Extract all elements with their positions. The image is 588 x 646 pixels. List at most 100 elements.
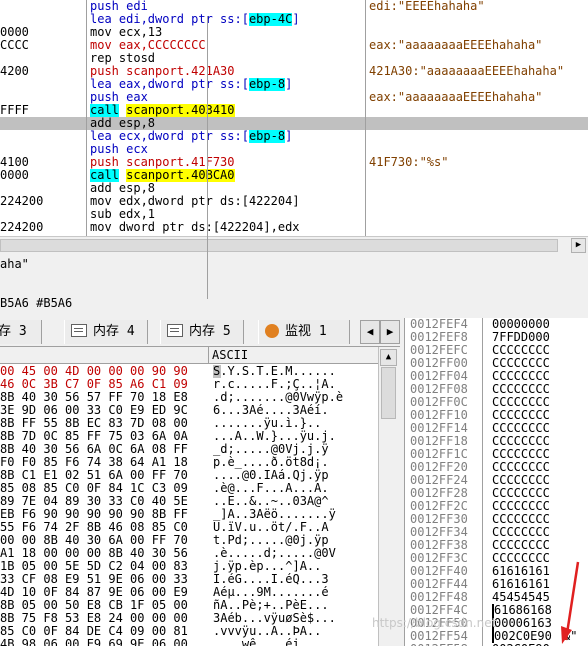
disasm-instruction: push edi [90, 0, 362, 13]
disasm-instruction: lea edi,dword ptr ss:[ebp-4C] [90, 13, 362, 26]
disasm-instruction: push scanport.421A30 [90, 65, 362, 78]
dump-hex-bytes: 55 F6 74 2F 8B 46 08 85 C0 [0, 521, 188, 534]
dump-hex-bytes: 89 7E 04 89 30 33 C0 40 5E [0, 495, 188, 508]
dump-hex-bytes: 8B 40 30 56 6A 0C 6A 08 FF [0, 443, 188, 456]
dump-ascii: ....@0.ÏÁá.Qj.ÿp [213, 469, 329, 482]
info-address: B5A6 #B5A6 [0, 296, 73, 310]
dump-hex-bytes: 4D 10 0F 84 87 9E 06 00 E9 [0, 586, 188, 599]
dump-row[interactable]: 4D 10 0F 84 87 9E 06 00 E9 Àéµ...9M......… [0, 586, 378, 599]
disasm-instruction: push scanport.41F730 [90, 156, 362, 169]
disasm-address: 4200 [0, 65, 29, 78]
tab-label: 监视 1 [285, 324, 327, 339]
disasm-row[interactable]: lea ecx,dword ptr ss:[ebp-8] [0, 130, 588, 143]
dump-row[interactable]: 1B 05 00 5E 5D C2 04 00 83 j.ÿp.èp...^]Â.… [0, 560, 378, 573]
dump-row[interactable]: F0 F0 85 F6 74 38 64 A1 18 p.è_....ð.öt8d… [0, 456, 378, 469]
dump-row[interactable]: 89 7E 04 89 30 33 C0 40 5E ..E..&..~..03À… [0, 495, 378, 508]
info-pane: aha" B5A6 #B5A6 [0, 253, 588, 317]
dump-ascii: t.Pd;.....@0j.ÿp [213, 534, 329, 547]
tab-memory-3[interactable]: 内存 3 [0, 320, 42, 344]
scroll-right-icon[interactable]: ▶ [571, 238, 586, 253]
instruction-token: rep stosd [90, 52, 156, 65]
disasm-row[interactable]: push eax eax:"aaaaaaaaEEEEhahaha" [0, 91, 588, 104]
disasm-row[interactable]: 224200 mov dword ptr ds:[422204],edx [0, 221, 588, 234]
disasm-horizontal-scrollbar[interactable]: ▶ [0, 236, 588, 253]
instruction-token: lea eax,dword ptr ss:[ [90, 78, 249, 91]
dump-row[interactable]: 33 CF 08 E9 51 9E 06 00 33 Ï.éG....Ï.éQ..… [0, 573, 378, 586]
tab-scroll-right-icon[interactable]: ▶ [380, 320, 400, 344]
disasm-comment: eax:"aaaaaaaaEEEEhahaha" [369, 39, 543, 52]
instruction-token: 422204 [248, 195, 293, 208]
stack-pane[interactable]: 0012FEF4 00000000 0012FEF8 7FFDD000 0012FEFC… [404, 318, 588, 646]
disasm-row[interactable]: 0000 mov ecx,13 [0, 26, 588, 39]
dump-row[interactable]: 4B 98 06 00 E9 69 9E 06 00 ....wê....éi..… [0, 638, 378, 646]
disasm-row[interactable]: push edi edi:"EEEEhahaha" [0, 0, 588, 13]
disasm-row[interactable]: add esp,8 [0, 117, 588, 130]
dump-ascii: .d;.......@0Vwÿp.è [213, 391, 344, 404]
disasm-row[interactable]: CCCC mov eax,CCCCCCCC eax:"aaaaaaaaEEEEhah… [0, 39, 588, 52]
disasm-row[interactable]: 4200 push scanport.421A30 421A30:"aaaaaaaa… [0, 65, 588, 78]
dump-row[interactable]: 8B 75 F8 53 E8 24 00 00 00 3Àéb...vÿuøSè$… [0, 612, 378, 625]
instruction-token: scanport.403410 [126, 104, 235, 117]
disasm-row[interactable]: 224200 mov edx,dword ptr ds:[422204] [0, 195, 588, 208]
instruction-token: ] [285, 78, 293, 91]
disasm-instruction: mov ecx,13 [90, 26, 362, 39]
dump-ascii: .......ÿu.ì.}.. [213, 417, 322, 430]
dump-row[interactable]: 8B 7D 0C 85 FF 75 03 6A 0A ...Â..W.}...ÿu… [0, 430, 378, 443]
watch-icon [265, 323, 279, 338]
hex-dump-pane[interactable]: ASCII 00 45 00 4D 00 00 00 90 90 S.Y.S.T.… [0, 347, 378, 646]
disasm-row[interactable]: rep stosd [0, 52, 588, 65]
disasm-row[interactable]: push ecx [0, 143, 588, 156]
dump-row[interactable]: 3E 9D 06 00 33 C0 E9 ED 9C 6...3Àé....3Àé… [0, 404, 378, 417]
dump-row[interactable]: 55 F6 74 2F 8B 46 08 85 C0 U.ïV.u..öt/.F.… [0, 521, 378, 534]
dump-ascii: .vvvÿu..À..ÞÄ.. [213, 625, 322, 638]
dump-row[interactable]: 00 00 8B 40 30 6A 00 FF 70 t.Pd;.....@0j.… [0, 534, 378, 547]
instruction-token: sub edx,1 [90, 208, 156, 221]
dump-row[interactable]: 8B FF 55 8B EC 83 7D 08 00 .......ÿu.ì.}.… [0, 417, 378, 430]
dump-hex-bytes: 4B 98 06 00 E9 69 9E 06 00 [0, 638, 188, 646]
scroll-up-icon[interactable]: ▲ [380, 349, 397, 366]
dump-row[interactable]: A1 18 00 00 00 8B 40 30 56 .è.....d;.....… [0, 547, 378, 560]
dump-hex-bytes: 8B C1 E1 02 51 6A 00 FF 70 [0, 469, 188, 482]
watermark-text: https://blog.csdn.net [372, 616, 497, 630]
dump-row[interactable]: EB F6 90 90 90 90 90 8B FF _]Â..3Àëö.....… [0, 508, 378, 521]
disasm-row[interactable]: 0000 call scanport.40BCA0 [0, 169, 588, 182]
dump-hex-bytes: 85 C0 0F 84 DE C4 09 00 81 [0, 625, 188, 638]
hex-column-header [0, 347, 209, 363]
dump-row[interactable]: 8B 40 30 56 6A 0C 6A 08 FF _d;.....@0Vj.j… [0, 443, 378, 456]
dump-hex-bytes: 8B 75 F8 53 E8 24 00 00 00 [0, 612, 188, 625]
dump-ascii: p.è_....ð.öt8d¡. [213, 456, 329, 469]
disasm-comment: 41F730:"%s" [369, 156, 449, 169]
dump-row[interactable]: 8B C1 E1 02 51 6A 00 FF 70 ....@0.ÏÁá.Qj.… [0, 469, 378, 482]
disassembly-pane[interactable]: push edi edi:"EEEEhahaha" lea edi,dword pt… [0, 0, 588, 236]
disasm-instruction: sub edx,1 [90, 208, 362, 221]
dump-ascii: ..E..&..~..03À@^ [213, 495, 329, 508]
tab-memory-5[interactable]: 内存 5 [160, 320, 244, 344]
instruction-token: lea ecx,dword ptr ss:[ [90, 130, 249, 143]
dump-divider [207, 16, 208, 299]
disasm-row[interactable]: FFFF call scanport.403410 [0, 104, 588, 117]
dump-row[interactable]: 85 08 85 C0 0F 84 1C C3 09 .è@...F...À...… [0, 482, 378, 495]
instruction-token: add esp,8 [90, 182, 156, 195]
disasm-row[interactable]: lea edi,dword ptr ss:[ebp-4C] [0, 13, 588, 26]
dump-row[interactable]: 8B 05 00 50 E8 CB 1F 05 00 ñÀ..Pè;+..PèË.… [0, 599, 378, 612]
dump-row[interactable]: 46 0C 3B C7 0F 85 A6 C1 09 r.c.....F.;Ç..… [0, 378, 378, 391]
dump-hex-bytes: 00 00 8B 40 30 6A 00 FF 70 [0, 534, 188, 547]
scroll-thumb[interactable] [0, 239, 558, 252]
tab-memory-4[interactable]: 内存 4 [64, 320, 148, 344]
dump-hex-bytes: 8B 05 00 50 E8 CB 1F 05 00 [0, 599, 188, 612]
tab-watch-1[interactable]: 监视 1 [258, 320, 350, 344]
disasm-instruction: push ecx [90, 143, 362, 156]
instruction-token: call [90, 104, 119, 117]
disasm-row[interactable]: lea eax,dword ptr ss:[ebp-8] [0, 78, 588, 91]
tab-scroll-left-icon[interactable]: ◀ [360, 320, 380, 344]
dump-ascii: .è@...F...À...Ã. [213, 482, 329, 495]
disasm-row[interactable]: 4100 push scanport.41F730 41F730:"%s" [0, 156, 588, 169]
dump-row[interactable]: 85 C0 0F 84 DE C4 09 00 81 .vvvÿu..À..ÞÄ.… [0, 625, 378, 638]
dump-row[interactable]: 8B 40 30 56 57 FF 70 18 E8 .d;.......@0Vw… [0, 391, 378, 404]
dump-vertical-scrollbar[interactable]: ▲ [378, 347, 397, 646]
disasm-row[interactable]: sub edx,1 [0, 208, 588, 221]
disasm-row[interactable]: add esp,8 [0, 182, 588, 195]
scroll-thumb[interactable] [381, 367, 396, 419]
disasm-comment: eax:"aaaaaaaaEEEEhahaha" [369, 91, 543, 104]
dump-row[interactable]: 00 45 00 4D 00 00 00 90 90 S.Y.S.T.E.M...… [0, 365, 378, 378]
